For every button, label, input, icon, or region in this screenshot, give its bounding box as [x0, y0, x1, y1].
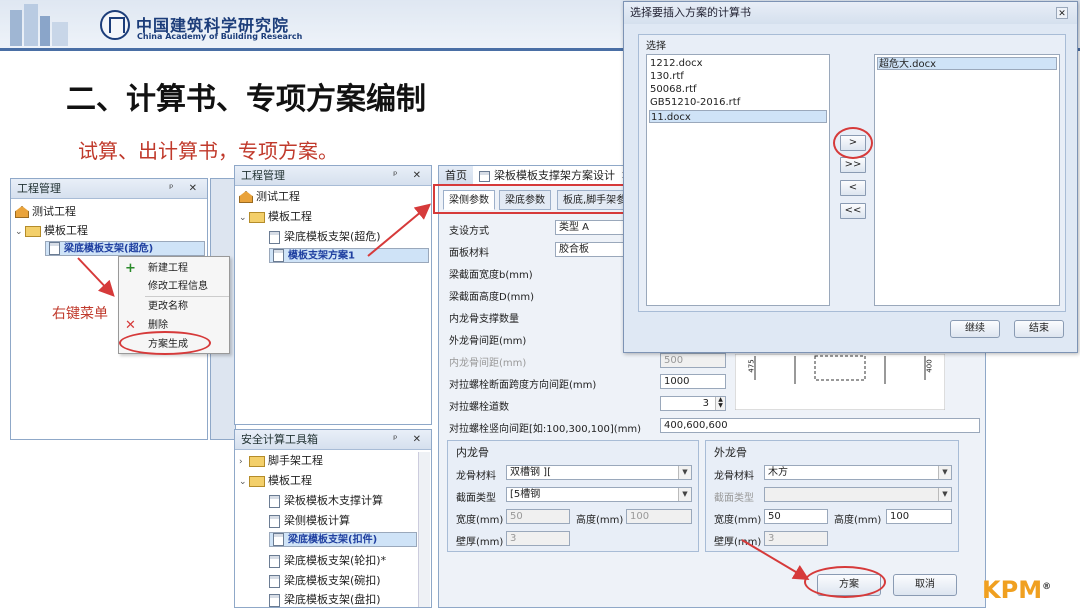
annotation-arrows — [77, 203, 810, 581]
kpm-logo: KPM® — [982, 576, 1051, 604]
registered-mark: ® — [1042, 582, 1052, 592]
kpm-text: KPM — [982, 576, 1043, 604]
